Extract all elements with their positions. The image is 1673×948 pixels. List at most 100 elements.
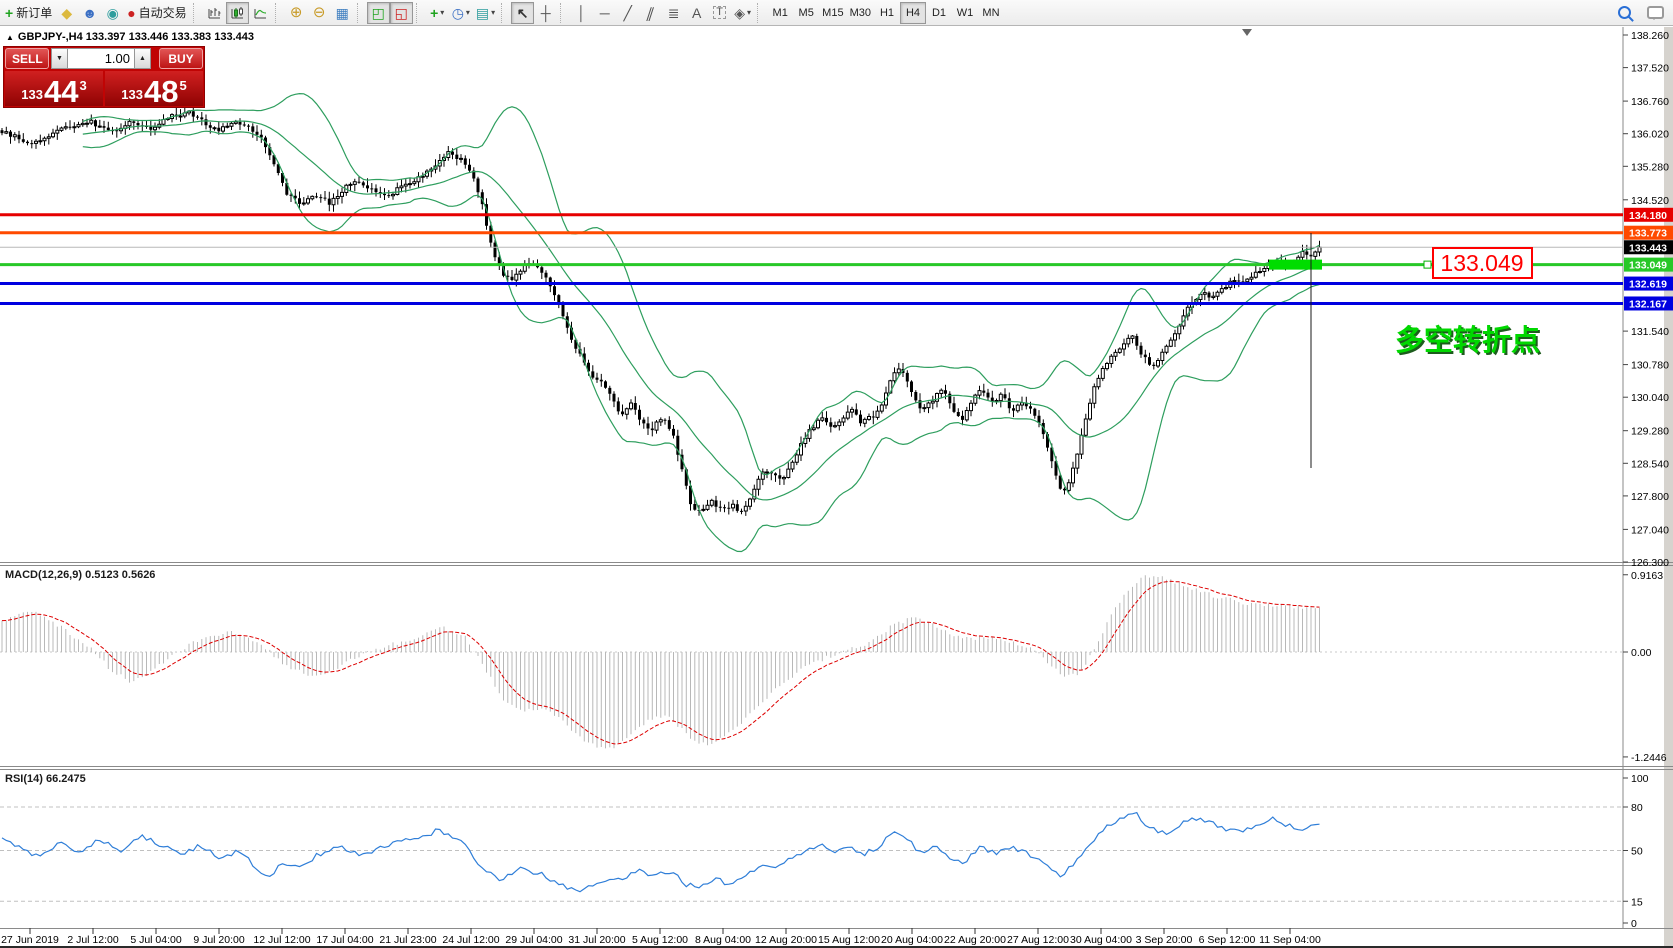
price-axis-tick: 135.280 [1631,161,1669,173]
macd-axis-tick: 0.00 [1631,647,1652,659]
volume-increase-button[interactable]: ▲ [134,48,151,69]
tab-timeframe-MN[interactable]: MN [978,2,1004,24]
time-axis-label: 9 Jul 20:00 [193,934,245,946]
macd-axis-tick: 0.9163 [1631,570,1663,582]
candlestick-mode-button[interactable] [226,2,249,24]
tab-timeframe-M5[interactable]: M5 [793,2,819,24]
time-axis-label: 17 Jul 04:00 [316,934,373,946]
history-center-button[interactable]: ◆ [55,2,78,24]
chart-shift-button[interactable]: ◱ [390,2,413,24]
price-axis-tick: 131.540 [1631,326,1669,338]
text-label-tool-button[interactable]: T [708,2,731,24]
time-axis-label: 6 Sep 12:00 [1199,934,1256,946]
fibonacci-tool-button[interactable]: ≣ [662,2,685,24]
price-level-label-text: 133.049 [1629,260,1667,272]
channel-tool-button[interactable]: ∥ [639,2,662,24]
autoscroll-icon: ◰ [372,6,385,20]
highlight-zone [1269,260,1322,270]
main-toolbar: + 新订单 ◆ ☻ ◉ ● 自动交易 [0,0,1673,26]
price-axis-tick: 130.780 [1631,360,1669,372]
shapes-icon: ◈ [734,6,745,20]
cursor-tool-button[interactable]: ↖ [511,2,534,24]
bar-chart-mode-button[interactable] [203,2,226,24]
price-level-label-text: 132.619 [1629,279,1667,291]
volume-input[interactable] [68,48,134,69]
zoom-out-button[interactable]: ⊖ [308,2,331,24]
new-order-button[interactable]: + 新订单 [2,2,55,24]
tab-timeframe-M30[interactable]: M30 [847,2,874,24]
fibonacci-icon: ≣ [668,6,680,20]
search-button[interactable] [1613,2,1636,24]
autoscroll-button[interactable]: ◰ [367,2,390,24]
crosshair-icon: ┼ [541,6,551,20]
chat-button[interactable] [1644,2,1667,24]
tab-timeframe-M1[interactable]: M1 [767,2,793,24]
sell-price-figure: 133 [21,87,43,102]
periods-button[interactable]: ◷ ▾ [449,2,473,24]
zoom-in-icon: ⊕ [290,5,303,20]
templates-button[interactable]: ▤ ▾ [473,2,498,24]
shapes-tool-button[interactable]: ◈ ▾ [731,2,754,24]
zoom-in-button[interactable]: ⊕ [285,2,308,24]
tile-windows-button[interactable]: ▦ [331,2,354,24]
chart-canvas[interactable]: MACD(12,26,9) 0.5123 0.5626 RSI(14) 66.2… [0,0,1673,948]
clock-icon: ◷ [452,6,464,20]
time-axis-label: 29 Jul 04:00 [505,934,562,946]
text-tool-button[interactable]: A [685,2,708,24]
price-axis-tick: 134.520 [1631,195,1669,207]
candlestick-icon [230,6,245,20]
signal-button[interactable]: ◉ [101,2,124,24]
sell-price-display[interactable]: 133443 [5,71,103,106]
tab-timeframe-M15[interactable]: M15 [819,2,846,24]
symbol-collapse-icon[interactable]: ▲ [6,33,14,42]
trendline-icon: ╱ [623,6,631,20]
profile-button[interactable]: ☻ [78,2,101,24]
macd-histogram [2,575,1320,748]
price-axis-tick: 136.760 [1631,96,1669,108]
price-axis-tick: 126.300 [1631,557,1669,569]
toolbar-grip [501,3,508,23]
tab-timeframe-W1[interactable]: W1 [952,2,978,24]
indicators-button[interactable]: + ▾ [426,2,449,24]
time-axis-label: 24 Jul 12:00 [442,934,499,946]
signal-icon: ◉ [107,6,119,20]
price-level-label-text: 133.773 [1629,228,1667,240]
sell-button[interactable]: SELL [5,48,49,69]
time-axis-label: 5 Jul 04:00 [130,934,182,946]
channel-icon: ∥ [645,6,657,20]
autotrading-button[interactable]: ● 自动交易 [124,2,189,24]
rsi-line [2,813,1320,892]
tab-timeframe-H4[interactable]: H4 [900,2,926,24]
sell-price-point: 3 [79,78,86,93]
bearish-candles [1,111,1313,512]
add-indicator-icon: + [430,6,438,20]
vertical-line-tool-button[interactable]: │ [570,2,593,24]
trendline-tool-button[interactable]: ╱ [616,2,639,24]
crosshair-tool-button[interactable]: ┼ [534,2,557,24]
tab-timeframe-D1[interactable]: D1 [926,2,952,24]
tab-timeframe-H1[interactable]: H1 [874,2,900,24]
line-chart-mode-button[interactable] [249,2,272,24]
volume-decrease-button[interactable]: ▼ [51,48,68,69]
buy-price-display[interactable]: 133485 [105,71,203,106]
horizontal-line-tool-button[interactable]: ─ [593,2,616,24]
profile-icon: ☻ [82,6,97,20]
volume-stepper: ▼ ▲ [51,48,157,69]
time-axis-label: 30 Aug 04:00 [1070,934,1132,946]
toolbar-right-group [1613,2,1667,24]
buy-price-pips: 48 [144,79,178,105]
toolbar-grip [357,3,364,23]
zoom-out-icon: ⊖ [313,5,326,20]
dropdown-arrow-icon: ▾ [466,8,470,17]
dropdown-arrow-icon: ▾ [440,8,444,17]
buy-button[interactable]: BUY [159,48,203,69]
toolbar-grip [193,3,200,23]
time-axis-label: 21 Jul 23:00 [379,934,436,946]
time-axis-label: 27 Aug 12:00 [1007,934,1069,946]
autotrading-icon: ● [127,6,135,20]
time-axis-label: 31 Jul 20:00 [568,934,625,946]
one-click-trading-panel: SELL ▼ ▲ BUY 133443 133485 [3,46,205,108]
price-axis-tick: 138.260 [1631,30,1669,42]
rsi-indicator-label: RSI(14) 66.2475 [5,773,86,785]
price-axis-tick: 127.040 [1631,524,1669,536]
